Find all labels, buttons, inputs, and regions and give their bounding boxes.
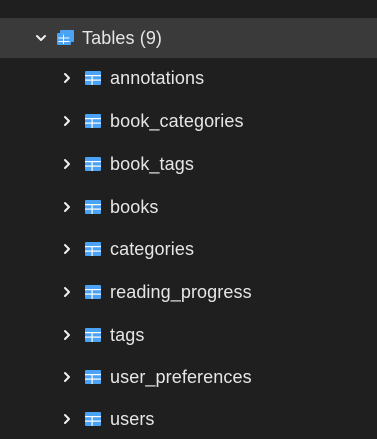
table-icon xyxy=(84,369,102,385)
table-icon xyxy=(84,70,102,86)
table-label: user_preferences xyxy=(110,366,252,387)
table-node-user-preferences[interactable]: user_preferences xyxy=(0,357,377,397)
table-icon xyxy=(84,199,102,215)
chevron-right-icon[interactable] xyxy=(60,71,74,85)
table-node-tags[interactable]: tags xyxy=(0,315,377,355)
table-node-users[interactable]: users xyxy=(0,399,377,439)
table-icon xyxy=(84,284,102,300)
table-node-categories[interactable]: categories xyxy=(0,229,377,269)
table-label: annotations xyxy=(110,67,205,88)
table-node-book-categories[interactable]: book_categories xyxy=(0,101,377,141)
table-icon xyxy=(84,156,102,172)
table-node-annotations[interactable]: annotations xyxy=(0,58,377,98)
chevron-right-icon[interactable] xyxy=(60,157,74,171)
table-label: books xyxy=(110,196,159,217)
table-label: categories xyxy=(110,238,195,259)
chevron-down-icon[interactable] xyxy=(34,31,48,45)
object-tree: Tables (9) annotations book_categories b… xyxy=(0,0,377,439)
chevron-right-icon[interactable] xyxy=(60,200,74,214)
chevron-right-icon[interactable] xyxy=(60,114,74,128)
table-icon xyxy=(84,113,102,129)
table-icon xyxy=(84,327,102,343)
table-label: reading_progress xyxy=(110,281,252,302)
chevron-right-icon[interactable] xyxy=(60,242,74,256)
table-node-books[interactable]: books xyxy=(0,187,377,227)
table-icon xyxy=(84,411,102,427)
chevron-right-icon[interactable] xyxy=(60,285,74,299)
chevron-right-icon[interactable] xyxy=(60,412,74,426)
table-node-book-tags[interactable]: book_tags xyxy=(0,144,377,184)
table-label: book_categories xyxy=(110,110,244,131)
tables-icon xyxy=(56,29,75,47)
table-label: tags xyxy=(110,324,145,345)
tree-node-label: Tables (9) xyxy=(82,27,163,48)
table-label: users xyxy=(110,408,155,429)
table-node-reading-progress[interactable]: reading_progress xyxy=(0,272,377,312)
table-icon xyxy=(84,241,102,257)
chevron-right-icon[interactable] xyxy=(60,328,74,342)
chevron-right-icon[interactable] xyxy=(60,370,74,384)
table-label: book_tags xyxy=(110,153,194,174)
tree-node-tables[interactable]: Tables (9) xyxy=(0,18,377,58)
